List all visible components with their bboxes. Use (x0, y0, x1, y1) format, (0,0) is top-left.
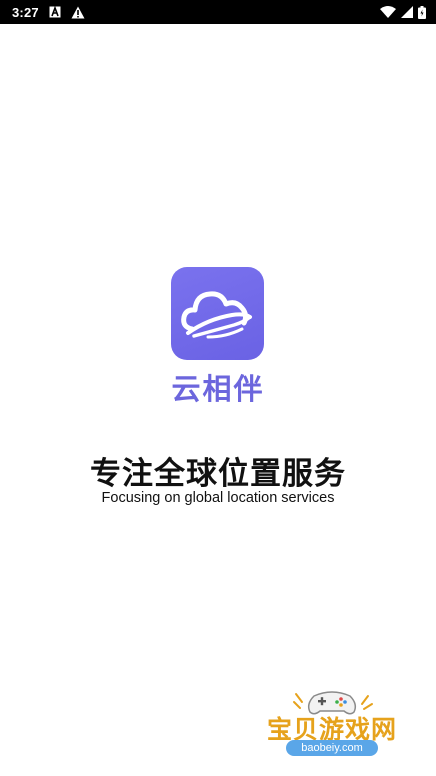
slogan-chinese: 专注全球位置服务 (90, 456, 346, 491)
watermark-logo: 宝贝游戏网 baobeiy.com (252, 682, 412, 772)
slogan-english: Focusing on global location services (101, 490, 335, 506)
status-time: 3:27 (12, 4, 39, 20)
battery-icon (418, 5, 426, 19)
app-logo (171, 267, 264, 360)
cloud-logo-icon (180, 290, 252, 338)
signal-icon (401, 6, 413, 18)
wifi-icon (380, 6, 396, 18)
app-name: 云相伴 (171, 374, 265, 406)
warning-icon (71, 6, 85, 19)
text-a-icon (49, 6, 61, 18)
status-bar-left: 3:27 (12, 5, 85, 20)
status-bar: 3:27 (0, 0, 436, 24)
status-bar-right (380, 5, 426, 19)
watermark-url: baobeiy.com (286, 740, 378, 756)
